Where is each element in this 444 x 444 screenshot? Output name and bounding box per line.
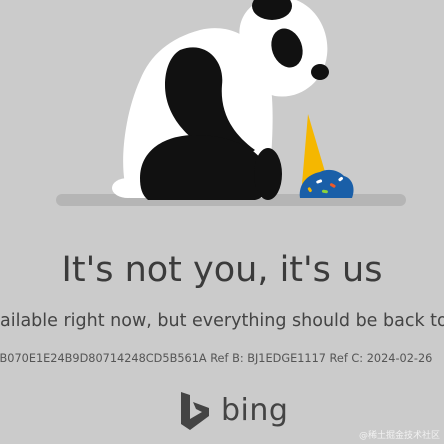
bing-logo-text: bing	[221, 393, 289, 428]
error-headline: It's not you, it's us	[61, 250, 383, 290]
panda-nose	[311, 64, 329, 80]
error-message: ailable right now, but everything should…	[0, 309, 444, 333]
panda-foot	[254, 148, 282, 200]
bing-logo[interactable]: bing	[178, 390, 288, 432]
bing-logo-icon	[181, 392, 209, 430]
error-page: It's not you, it's us ailable right now,…	[0, 0, 444, 444]
panda-illustration	[56, 0, 406, 206]
error-message-text: ailable right now, but everything should…	[0, 311, 444, 331]
watermark: @稀土掘金技术社区	[358, 431, 440, 441]
reference-code: E52B070E1E24B9D80714248CD5B561A Ref B: B…	[0, 352, 433, 365]
